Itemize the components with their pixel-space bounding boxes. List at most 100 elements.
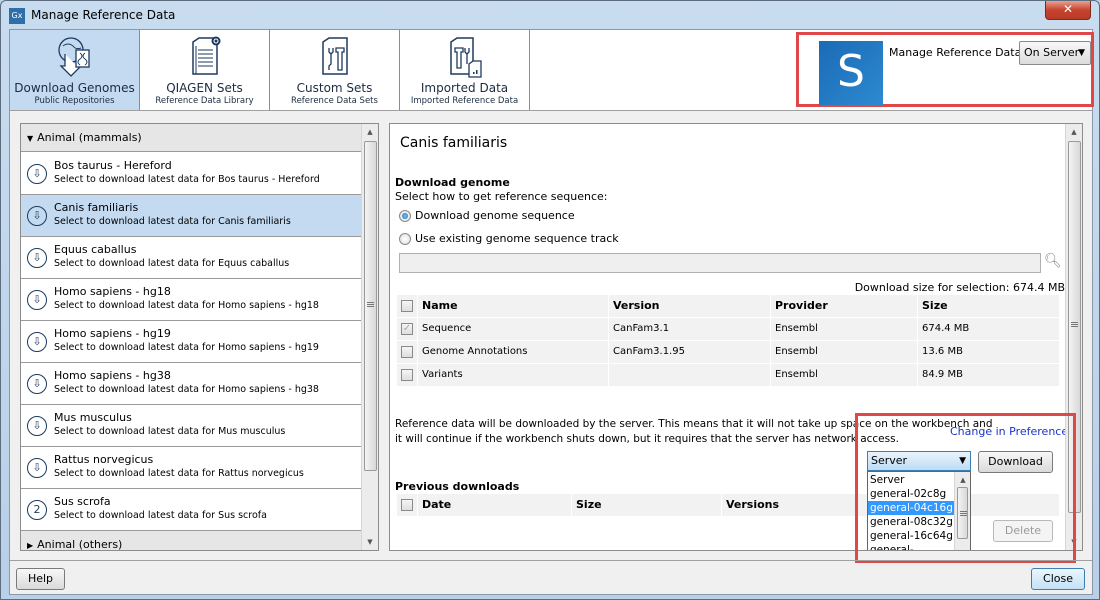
- window-title: Manage Reference Data: [31, 8, 176, 22]
- row-checkbox: ✓: [401, 323, 413, 335]
- previous-select-all-checkbox[interactable]: [401, 499, 413, 511]
- species-list-item[interactable]: ⇩ Homo sapiens - hg19 Select to download l…: [21, 321, 362, 363]
- species-list-panel: ▼ Animal (mammals) ⇩ Bos taurus - Hereford…: [20, 123, 379, 551]
- species-name: Mus musculus: [54, 411, 132, 424]
- select-how-label: Select how to get reference sequence:: [395, 190, 608, 203]
- species-list-item[interactable]: ⇩ Mus musculus Select to download latest d…: [21, 405, 362, 447]
- species-name: Equus caballus: [54, 243, 137, 256]
- table-row[interactable]: ✓ Sequence CanFam3.1 Ensembl 674.4 MB: [397, 318, 1059, 340]
- download-circle-icon: ⇩: [27, 290, 47, 310]
- table-header-row: Name Version Provider Size: [397, 295, 1059, 317]
- title-bar: Gx Manage Reference Data ✕: [1, 1, 1099, 29]
- species-list-item[interactable]: ⇩ Equus caballus Select to download latest…: [21, 237, 362, 279]
- radio-download-genome[interactable]: [399, 210, 411, 222]
- row-checkbox[interactable]: [401, 346, 413, 358]
- species-list-item[interactable]: ⇩ Canis familiaris Select to download late…: [21, 195, 362, 237]
- caret-right-icon: ▶: [27, 541, 34, 550]
- col-provider-header[interactable]: Provider: [771, 295, 917, 317]
- caret-down-icon: ▼: [27, 134, 34, 143]
- browse-folder-icon[interactable]: 🔍︎: [1044, 253, 1062, 273]
- server-selection-highlight: [855, 413, 1076, 563]
- species-description: Select to download latest data for Equus…: [54, 258, 290, 269]
- group-label: Animal (others): [37, 538, 123, 551]
- chevron-down-icon: ▼: [1078, 48, 1085, 58]
- species-name: Homo sapiens - hg19: [54, 327, 171, 340]
- tool-label: Download Genomes: [14, 81, 135, 95]
- species-list-item[interactable]: ⇩ Bos taurus - Hereford Select to download…: [21, 153, 362, 195]
- cell-name: Variants: [418, 364, 608, 386]
- cell-size: 13.6 MB: [918, 341, 1059, 363]
- species-name: Bos taurus - Hereford: [54, 159, 172, 172]
- species-list-item[interactable]: ⇩ Homo sapiens - hg38 Select to download l…: [21, 363, 362, 405]
- select-all-checkbox[interactable]: [401, 300, 413, 312]
- cell-provider: Ensembl: [771, 318, 917, 340]
- download-size-label: Download size for selection: 674.4 MB: [854, 281, 1065, 294]
- server-logo: S: [819, 41, 883, 105]
- radio-use-existing-track[interactable]: [399, 233, 411, 245]
- cell-version: [609, 364, 770, 386]
- download-circle-icon: ⇩: [27, 248, 47, 268]
- table-row[interactable]: Variants Ensembl 84.9 MB: [397, 364, 1059, 386]
- tool-imported-data[interactable]: Imported Data Imported Reference Data: [400, 30, 530, 110]
- download-circle-icon: ⇩: [27, 332, 47, 352]
- group-header-animal-mammals[interactable]: ▼ Animal (mammals): [21, 124, 362, 152]
- tool-qiagen-sets[interactable]: QIAGEN Sets Reference Data Library: [140, 30, 270, 110]
- col-name-header[interactable]: Name: [418, 295, 608, 317]
- step-number-icon: 2: [27, 500, 47, 520]
- tools-document-icon: [322, 37, 348, 75]
- close-button[interactable]: Close: [1031, 568, 1085, 590]
- existing-track-input[interactable]: [399, 253, 1041, 273]
- tool-label: QIAGEN Sets: [166, 81, 243, 95]
- cell-name: Sequence: [418, 318, 608, 340]
- species-list-scrollbar[interactable]: ▲ ▼: [361, 124, 378, 550]
- species-name: Canis familiaris: [54, 201, 139, 214]
- manage-reference-data-label: Manage Reference Data:: [889, 46, 1026, 59]
- window-close-button[interactable]: ✕: [1045, 1, 1091, 20]
- cell-name: Genome Annotations: [418, 341, 608, 363]
- species-description: Select to download latest data for Mus m…: [54, 426, 286, 437]
- species-description: Select to download latest data for Bos t…: [54, 174, 320, 185]
- col-version-header[interactable]: Version: [609, 295, 770, 317]
- group-header-animal-others[interactable]: ▶ Animal (others): [21, 531, 362, 551]
- server-info-line-2: it will continue if the workbench shuts …: [395, 433, 899, 445]
- radio-use-existing-label: Use existing genome sequence track: [415, 232, 619, 245]
- species-description: Select to download latest data for Sus s…: [54, 510, 267, 521]
- download-circle-icon: ⇩: [27, 206, 47, 226]
- cell-provider: Ensembl: [771, 341, 917, 363]
- scroll-down-icon[interactable]: ▼: [362, 534, 378, 550]
- cell-provider: Ensembl: [771, 364, 917, 386]
- manage-location-select[interactable]: On Server ▼: [1019, 41, 1091, 65]
- dialog-client: Download Genomes Public Repositories QIA…: [9, 29, 1094, 595]
- species-list-item[interactable]: ⇩ Rattus norvegicus Select to download lat…: [21, 447, 362, 489]
- species-description: Select to download latest data for Homo …: [54, 300, 319, 311]
- qiagen-document-icon: [192, 36, 221, 75]
- manage-location-value: On Server: [1024, 46, 1080, 59]
- manage-reference-data-window: Gx Manage Reference Data ✕ Download Geno…: [0, 0, 1100, 600]
- row-checkbox[interactable]: [401, 369, 413, 381]
- table-row[interactable]: Genome Annotations CanFam3.1.95 Ensembl 13.…: [397, 341, 1059, 363]
- col-date-header[interactable]: Date: [418, 494, 571, 516]
- download-circle-icon: ⇩: [27, 164, 47, 184]
- scroll-up-icon[interactable]: ▲: [362, 124, 378, 140]
- tool-label: Custom Sets: [296, 81, 373, 95]
- species-name: Homo sapiens - hg38: [54, 369, 171, 382]
- cell-version: CanFam3.1.95: [609, 341, 770, 363]
- help-button[interactable]: Help: [16, 568, 65, 590]
- scroll-up-icon[interactable]: ▲: [1066, 124, 1082, 140]
- species-list-item[interactable]: ⇩ Homo sapiens - hg18 Select to download l…: [21, 279, 362, 321]
- species-description: Select to download latest data for Homo …: [54, 384, 319, 395]
- imported-document-icon: [450, 37, 482, 78]
- download-circle-icon: ⇩: [27, 374, 47, 394]
- species-list-item[interactable]: 2 Sus scrofa Select to download latest dat…: [21, 489, 362, 531]
- download-circle-icon: ⇩: [27, 416, 47, 436]
- scrollbar-thumb[interactable]: [364, 141, 377, 471]
- species-name: Homo sapiens - hg18: [54, 285, 171, 298]
- cell-size: 674.4 MB: [918, 318, 1059, 340]
- species-title: Canis familiaris: [400, 135, 508, 151]
- col-size-header[interactable]: Size: [918, 295, 1059, 317]
- tool-custom-sets[interactable]: Custom Sets Reference Data Sets: [270, 30, 400, 110]
- tool-sublabel: Reference Data Library: [155, 96, 254, 106]
- tool-download-genomes[interactable]: Download Genomes Public Repositories: [10, 30, 140, 110]
- cell-version: CanFam3.1: [609, 318, 770, 340]
- col-prev-size-header[interactable]: Size: [572, 494, 721, 516]
